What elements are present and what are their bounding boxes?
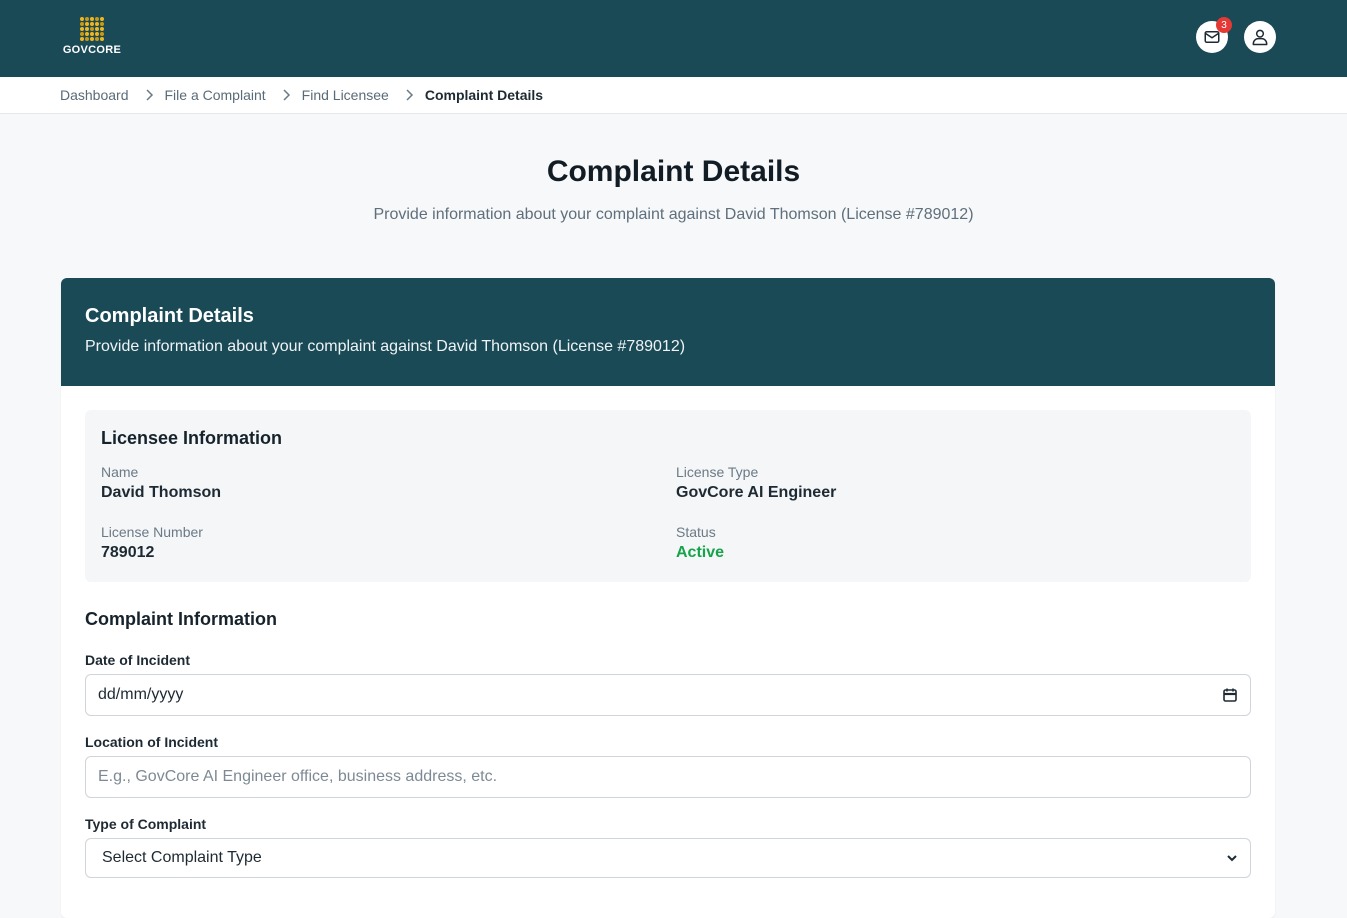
licensee-name-value: David Thomson xyxy=(101,484,222,501)
license-status-label: Status xyxy=(676,524,716,540)
license-status-value: Active xyxy=(676,544,725,561)
page-title: Complaint Details xyxy=(546,155,801,188)
chevron-right-icon xyxy=(137,89,161,101)
breadcrumb: Dashboard File a Complaint Find Licensee… xyxy=(0,77,1347,114)
complaint-details-card: Complaint Details Provide information ab… xyxy=(61,278,1275,918)
date-input-value: dd/mm/yyyy xyxy=(98,686,184,703)
complaint-type-selected: Select Complaint Type xyxy=(102,849,262,866)
licensee-info-panel: Licensee Information Name David Thomson … xyxy=(85,410,1251,582)
breadcrumb-dashboard-link[interactable]: Dashboard xyxy=(60,87,129,103)
location-of-incident-label: Location of Incident xyxy=(85,734,218,750)
card-header: Complaint Details Provide information ab… xyxy=(61,278,1275,386)
card-title: Complaint Details xyxy=(85,305,254,327)
calendar-icon[interactable] xyxy=(1222,687,1238,703)
breadcrumb-file-complaint-link[interactable]: File a Complaint xyxy=(165,87,266,103)
date-of-incident-input[interactable]: dd/mm/yyyy xyxy=(85,674,1251,716)
user-icon xyxy=(1252,29,1268,46)
license-status-group: Status Active xyxy=(676,524,724,562)
license-type-label: License Type xyxy=(676,464,759,480)
license-number-value: 789012 xyxy=(101,544,155,561)
complaint-type-select[interactable]: Select Complaint Type xyxy=(85,838,1251,878)
logo-mark-icon xyxy=(80,17,104,41)
license-number-label: License Number xyxy=(101,524,203,540)
license-type-group: License Type GovCore AI Engineer xyxy=(676,464,836,502)
licensee-name-group: Name David Thomson xyxy=(101,464,221,502)
license-number-group: License Number 789012 xyxy=(101,524,203,562)
card-subtitle: Provide information about your complaint… xyxy=(85,338,686,355)
date-of-incident-label: Date of Incident xyxy=(85,652,191,668)
notification-count-badge: 3 xyxy=(1216,17,1232,33)
licensee-name-label: Name xyxy=(101,464,139,480)
chevron-right-icon xyxy=(274,89,298,101)
location-input-placeholder: E.g., GovCore AI Engineer office, busine… xyxy=(98,768,498,785)
govcore-logo[interactable]: GOVCORE xyxy=(61,17,123,59)
logo-text: GOVCORE xyxy=(62,44,122,56)
complaint-info-heading: Complaint Information xyxy=(85,609,277,629)
chevron-down-icon xyxy=(1227,855,1237,862)
user-profile-button[interactable] xyxy=(1244,21,1276,53)
license-type-value: GovCore AI Engineer xyxy=(676,484,837,501)
location-of-incident-input[interactable]: E.g., GovCore AI Engineer office, busine… xyxy=(85,756,1251,798)
breadcrumb-find-licensee-link[interactable]: Find Licensee xyxy=(302,87,389,103)
page-header: Complaint Details Provide information ab… xyxy=(0,114,1347,224)
type-of-complaint-label: Type of Complaint xyxy=(85,816,207,832)
chevron-right-icon xyxy=(397,89,421,101)
top-navbar: GOVCORE 3 xyxy=(0,0,1347,77)
licensee-info-heading: Licensee Information xyxy=(101,428,283,448)
page-subtitle: Provide information about your complaint… xyxy=(373,206,974,223)
breadcrumb-current: Complaint Details xyxy=(424,87,544,103)
